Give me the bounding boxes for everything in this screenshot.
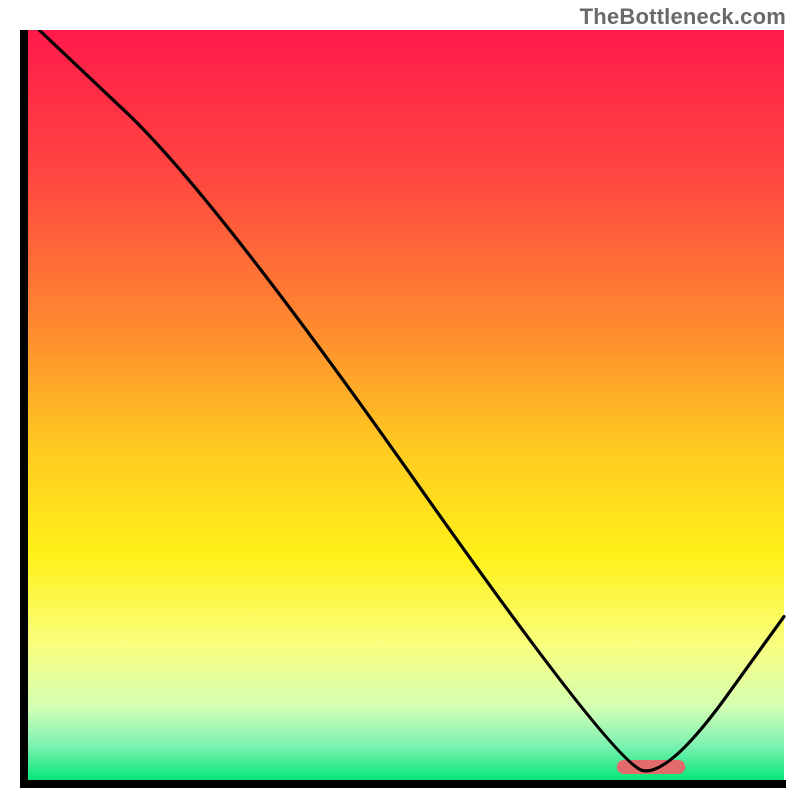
plot-svg: [18, 30, 786, 790]
plot-background: [24, 30, 784, 782]
bottleneck-plot: [18, 30, 786, 790]
watermark-text: TheBottleneck.com: [580, 4, 786, 30]
